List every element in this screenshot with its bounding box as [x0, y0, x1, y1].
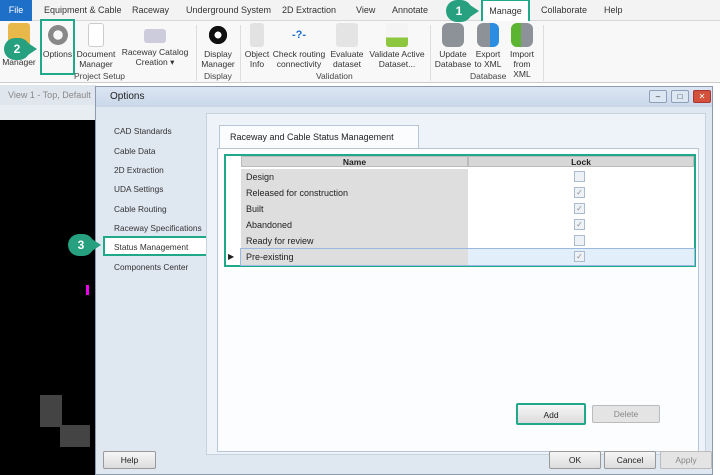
callout-3: 3: [68, 234, 101, 256]
column-header-name[interactable]: Name: [241, 156, 468, 167]
update-database-button[interactable]: Update Database: [434, 23, 472, 69]
delete-button[interactable]: Delete: [592, 405, 660, 423]
column-header-lock[interactable]: Lock: [468, 156, 694, 167]
nav-status-management[interactable]: Status Management: [114, 242, 188, 252]
nav-2d-extraction[interactable]: 2D Extraction: [114, 165, 164, 175]
lock-checkbox[interactable]: ✓: [574, 203, 585, 214]
tab-body: Name Lock Design Released for constructi…: [217, 148, 699, 452]
dialog-title: Options: [96, 87, 712, 107]
minimize-button[interactable]: –: [649, 90, 667, 103]
status-name[interactable]: Ready for review: [241, 233, 468, 249]
object-info-button[interactable]: Object Info: [243, 23, 271, 69]
view-toolbar[interactable]: [0, 105, 96, 120]
status-grid: Name Lock Design Released for constructi…: [224, 154, 696, 267]
lock-checkbox[interactable]: ✓: [574, 219, 585, 230]
catalog-icon: [144, 29, 166, 43]
database-import-icon: [511, 23, 533, 47]
tab-raceway[interactable]: Raceway: [126, 0, 175, 21]
lock-checkbox[interactable]: ✓: [574, 187, 585, 198]
ribbon: Manager Options Document Manager Raceway…: [0, 21, 720, 83]
nav-uda-settings[interactable]: UDA Settings: [114, 184, 163, 194]
validate-dataset-button[interactable]: Validate Active Dataset...: [366, 23, 428, 69]
eye-icon: [207, 23, 229, 47]
separator: [430, 25, 431, 81]
routing-icon: -?-: [291, 29, 307, 41]
nav-cad-standards[interactable]: CAD Standards: [114, 126, 172, 136]
table-row[interactable]: Released for construction ✓: [241, 185, 694, 201]
separator: [196, 25, 197, 81]
lock-checkbox[interactable]: ✓: [574, 251, 585, 262]
separator: [240, 25, 241, 81]
ribbon-tabs: File Equipment & Cable Raceway Undergrou…: [0, 0, 720, 21]
magenta-marker: [86, 285, 89, 295]
validate-icon: [386, 23, 408, 47]
separator: [543, 25, 544, 81]
tab-equipment-cable[interactable]: Equipment & Cable: [38, 0, 128, 21]
tab-help[interactable]: Help: [598, 0, 629, 21]
tab-status-management[interactable]: Raceway and Cable Status Management: [219, 125, 419, 148]
status-name[interactable]: Released for construction: [241, 185, 468, 201]
status-name[interactable]: Pre-existing: [241, 249, 468, 265]
import-xml-button[interactable]: Import from XML: [504, 23, 540, 79]
callout-1: 1: [446, 0, 479, 22]
nav-components-center[interactable]: Components Center: [114, 262, 188, 272]
document-manager-button[interactable]: Document Manager: [75, 23, 117, 69]
object-info-icon: [250, 23, 264, 47]
view-title: View 1 - Top, Default: [0, 85, 96, 105]
export-xml-button[interactable]: Export to XML: [473, 23, 503, 69]
current-row-arrow-icon: ▶: [228, 252, 235, 261]
table-row[interactable]: Built ✓: [241, 201, 694, 217]
display-manager-button[interactable]: Display Manager: [199, 23, 237, 69]
lock-checkbox[interactable]: [574, 171, 585, 182]
group-database: Database: [470, 71, 507, 81]
group-project-setup: Project Setup: [74, 71, 126, 81]
lock-checkbox[interactable]: [574, 235, 585, 246]
tab-manage[interactable]: Manage: [481, 0, 530, 21]
database-refresh-icon: [442, 23, 464, 47]
document-icon: [88, 23, 104, 47]
table-row[interactable]: Pre-existing ✓: [240, 248, 695, 266]
group-display: Display: [204, 71, 232, 81]
status-name[interactable]: Built: [241, 201, 468, 217]
add-button[interactable]: Add: [516, 403, 586, 425]
tab-annotate[interactable]: Annotate: [386, 0, 434, 21]
ok-button[interactable]: OK: [549, 451, 601, 469]
database-export-icon: [477, 23, 499, 47]
help-button[interactable]: Help: [103, 451, 156, 469]
apply-button[interactable]: Apply: [660, 451, 712, 469]
status-name[interactable]: Design: [241, 169, 468, 185]
check-routing-button[interactable]: -?- Check routing connectivity: [271, 23, 327, 69]
cancel-button[interactable]: Cancel: [604, 451, 656, 469]
options-highlight: [40, 19, 75, 75]
group-validation: Validation: [316, 71, 353, 81]
options-dialog: Options – □ ✕ CAD Standards Cable Data 2…: [95, 86, 713, 475]
tab-underground[interactable]: Underground System: [180, 0, 277, 21]
evaluate-icon: [336, 23, 358, 47]
nav-cable-routing[interactable]: Cable Routing: [114, 204, 167, 214]
maximize-button[interactable]: □: [671, 90, 689, 103]
view-window: [0, 85, 96, 475]
table-row[interactable]: Design: [241, 169, 694, 185]
table-row[interactable]: Ready for review: [241, 233, 694, 249]
tab-2d-extraction[interactable]: 2D Extraction: [276, 0, 342, 21]
raceway-catalog-button[interactable]: Raceway Catalog Creation ▾: [118, 23, 192, 67]
x-axis-icon: [60, 425, 90, 447]
tab-view[interactable]: View: [350, 0, 381, 21]
y-axis-icon: [40, 395, 62, 427]
evaluate-dataset-button[interactable]: Evaluate dataset: [329, 23, 365, 69]
table-row[interactable]: Abandoned ✓: [241, 217, 694, 233]
nav-raceway-specifications[interactable]: Raceway Specifications: [114, 223, 202, 233]
status-name[interactable]: Abandoned: [241, 217, 468, 233]
tab-file[interactable]: File: [0, 0, 32, 21]
nav-cable-data[interactable]: Cable Data: [114, 146, 156, 156]
tab-collaborate[interactable]: Collaborate: [535, 0, 593, 21]
close-button[interactable]: ✕: [693, 90, 711, 103]
callout-2: 2: [4, 38, 37, 60]
content-panel: Raceway and Cable Status Management Name…: [206, 113, 706, 455]
